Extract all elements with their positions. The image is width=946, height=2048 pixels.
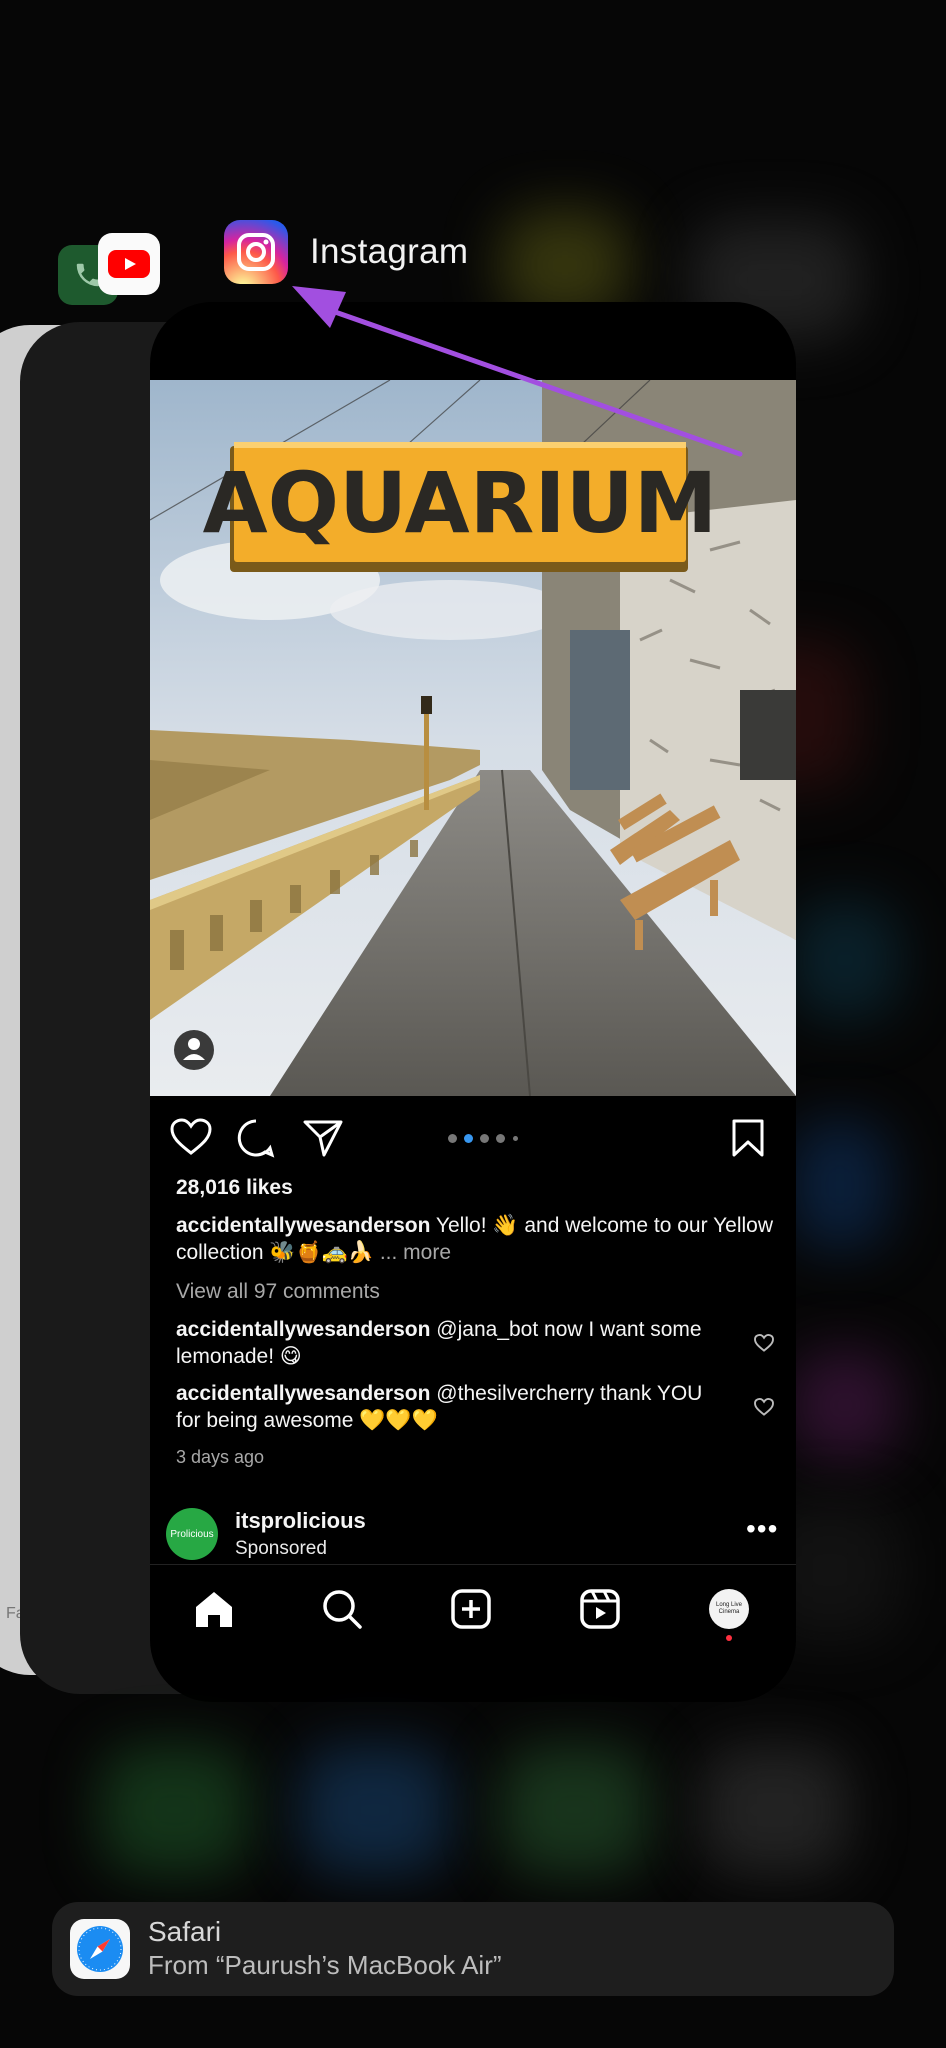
share-send-icon[interactable] bbox=[302, 1118, 344, 1163]
sponsor-avatar[interactable]: Prolicious bbox=[166, 1508, 218, 1560]
profile-avatar[interactable]: Long Live Cinema bbox=[705, 1585, 753, 1641]
post-caption: accidentallywesanderson Yello! 👋 and wel… bbox=[176, 1212, 776, 1266]
comment-like-heart-icon[interactable] bbox=[754, 1333, 774, 1357]
likes-count[interactable]: 28,016 likes bbox=[176, 1174, 776, 1201]
caption-more-link[interactable]: ... more bbox=[380, 1241, 451, 1264]
handoff-subtitle: From “Paurush’s MacBook Air” bbox=[148, 1950, 502, 1980]
search-icon[interactable] bbox=[318, 1585, 366, 1633]
sponsor-username[interactable]: itsprolicious bbox=[235, 1508, 366, 1534]
safari-icon bbox=[70, 1919, 130, 1979]
comment-icon[interactable] bbox=[236, 1118, 276, 1163]
sponsored-label: Sponsored bbox=[235, 1538, 327, 1559]
new-post-icon[interactable] bbox=[447, 1585, 495, 1633]
comment-like-heart-icon[interactable] bbox=[754, 1397, 774, 1421]
caption-username[interactable]: accidentallywesanderson bbox=[176, 1214, 430, 1237]
comment-row: accidentallywesanderson @jana_bot now I … bbox=[176, 1316, 716, 1370]
bottom-tab-bar: Long Live Cinema bbox=[150, 1564, 796, 1702]
handoff-title: Safari bbox=[148, 1916, 222, 1947]
more-options-icon[interactable]: ••• bbox=[746, 1515, 778, 1543]
post-actions bbox=[150, 1112, 796, 1162]
reels-icon[interactable] bbox=[576, 1585, 624, 1633]
notification-dot bbox=[726, 1635, 732, 1641]
post-timestamp: 3 days ago bbox=[176, 1447, 265, 1467]
view-comments-link[interactable]: View all 97 comments bbox=[176, 1278, 776, 1305]
bookmark-icon[interactable] bbox=[730, 1118, 766, 1163]
annotation-arrow bbox=[292, 286, 743, 457]
comment-row: accidentallywesanderson @thesilvercherry… bbox=[176, 1380, 716, 1434]
sponsored-post-header[interactable]: Prolicious itsprolicious Sponsored ••• bbox=[166, 1508, 786, 1568]
comment-username[interactable]: accidentallywesanderson bbox=[176, 1318, 430, 1341]
carousel-dots bbox=[448, 1132, 528, 1144]
like-heart-icon[interactable] bbox=[170, 1118, 212, 1161]
dock bbox=[40, 1725, 906, 1895]
home-icon[interactable] bbox=[190, 1585, 238, 1633]
comment-username[interactable]: accidentallywesanderson bbox=[176, 1382, 430, 1405]
handoff-banner[interactable]: Safari From “Paurush’s MacBook Air” bbox=[52, 1902, 894, 1996]
